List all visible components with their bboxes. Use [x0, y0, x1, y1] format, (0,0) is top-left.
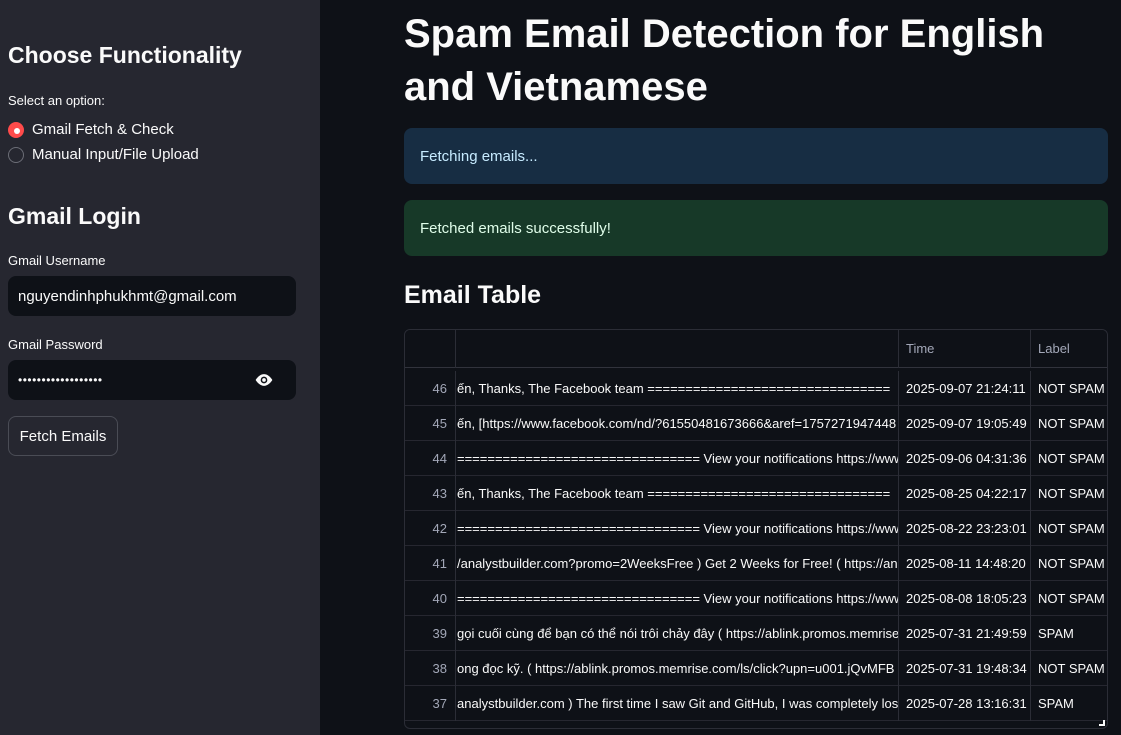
password-field[interactable]: ••••••••••••••••••	[8, 360, 296, 400]
row-label[interactable]: NOT SPAM	[1031, 371, 1107, 406]
row-label[interactable]: NOT SPAM	[1031, 406, 1107, 441]
row-time[interactable]: 2025-08-11 14:48:20	[899, 546, 1031, 581]
row-message[interactable]: ================================ View yo…	[456, 511, 899, 546]
row-label[interactable]: NOT SPAM	[1031, 546, 1107, 581]
password-value: ••••••••••••••••••	[18, 373, 103, 387]
table-row[interactable]: 41/analystbuilder.com?promo=2WeeksFree )…	[405, 546, 1107, 581]
row-index[interactable]: 40	[405, 581, 456, 616]
row-message[interactable]: ong đọc kỹ. ( https://ablink.promos.memr…	[456, 651, 899, 686]
row-time[interactable]: 2025-07-28 13:16:31	[899, 686, 1031, 721]
table-row[interactable]: 46 ến, Thanks, The Facebook team ========…	[405, 371, 1107, 406]
username-value: nguyendinhphukhmt@gmail.com	[18, 287, 237, 305]
row-index[interactable]: 38	[405, 651, 456, 686]
row-label[interactable]: NOT SPAM	[1031, 511, 1107, 546]
table-row[interactable]: 45 ến, [https://www.facebook.com/nd/?6155…	[405, 406, 1107, 441]
password-label: Gmail Password	[8, 337, 103, 352]
table-heading: Email Table	[404, 281, 542, 309]
radio-unselected-icon[interactable]	[8, 146, 24, 163]
row-label[interactable]: NOT SPAM	[1031, 581, 1107, 616]
table-row[interactable]: 39 gọi cuối cùng để bạn có thể nói trôi c…	[405, 616, 1107, 651]
resize-handle[interactable]	[1099, 720, 1105, 726]
sidebar: Choose Functionality Select an option: G…	[0, 0, 320, 735]
row-index[interactable]: 43	[405, 476, 456, 511]
row-time[interactable]: 2025-08-22 23:23:01	[899, 511, 1031, 546]
row-time[interactable]: 2025-07-31 19:48:34	[899, 651, 1031, 686]
row-label[interactable]: SPAM	[1031, 616, 1107, 651]
success-alert: Fetched emails successfully!	[404, 200, 1108, 256]
row-message[interactable]: gọi cuối cùng để bạn có thể nói trôi chả…	[456, 616, 899, 651]
header-message[interactable]	[456, 330, 899, 368]
radio-label: Manual Input/File Upload	[32, 146, 199, 163]
table-row[interactable]: 43 ến, Thanks, The Facebook team ========…	[405, 476, 1107, 511]
row-index[interactable]: 44	[405, 441, 456, 476]
sidebar-heading: Choose Functionality	[8, 42, 242, 68]
table-header: Time Label	[405, 330, 1107, 368]
row-time[interactable]: 2025-09-06 04:31:36	[899, 441, 1031, 476]
row-index[interactable]: 39	[405, 616, 456, 651]
row-time[interactable]: 2025-07-31 21:49:59	[899, 616, 1031, 651]
table-row[interactable]: 37 analystbuilder.com ) The first time I …	[405, 686, 1107, 721]
radio-gmail-fetch[interactable]: Gmail Fetch & Check	[8, 117, 174, 142]
eye-icon[interactable]	[254, 372, 274, 388]
row-time[interactable]: 2025-09-07 19:05:49	[899, 406, 1031, 441]
row-message[interactable]: ến, Thanks, The Facebook team ==========…	[456, 476, 899, 511]
username-field[interactable]: nguyendinhphukhmt@gmail.com	[8, 276, 296, 316]
header-time[interactable]: Time	[899, 330, 1031, 368]
table-row[interactable]: 40 ================================ View …	[405, 581, 1107, 616]
row-label[interactable]: SPAM	[1031, 686, 1107, 721]
row-message[interactable]: ến, Thanks, The Facebook team ==========…	[456, 371, 899, 406]
row-time[interactable]: 2025-08-08 18:05:23	[899, 581, 1031, 616]
row-message[interactable]: ================================ View yo…	[456, 581, 899, 616]
success-message: Fetched emails successfully!	[420, 219, 611, 237]
row-time[interactable]: 2025-08-25 04:22:17	[899, 476, 1031, 511]
row-index[interactable]: 41	[405, 546, 456, 581]
row-time[interactable]: 2025-09-07 21:24:11	[899, 371, 1031, 406]
select-label: Select an option:	[8, 93, 105, 108]
table-row[interactable]: 44 ================================ View …	[405, 441, 1107, 476]
row-label[interactable]: NOT SPAM	[1031, 651, 1107, 686]
row-message[interactable]: /analystbuilder.com?promo=2WeeksFree ) G…	[456, 546, 899, 581]
table-row[interactable]: 42 ================================ View …	[405, 511, 1107, 546]
page-title: Spam Email Detection for English and Vie…	[404, 12, 1045, 109]
table-row[interactable]: 38 ong đọc kỹ. ( https://ablink.promos.me…	[405, 651, 1107, 686]
row-message[interactable]: ================================ View yo…	[456, 441, 899, 476]
row-index[interactable]: 45	[405, 406, 456, 441]
radio-manual-input[interactable]: Manual Input/File Upload	[8, 142, 199, 167]
username-label: Gmail Username	[8, 253, 106, 268]
info-alert: Fetching emails...	[404, 128, 1108, 184]
radio-label: Gmail Fetch & Check	[32, 121, 174, 138]
row-index[interactable]: 42	[405, 511, 456, 546]
row-message[interactable]: ến, [https://www.facebook.com/nd/?615504…	[456, 406, 899, 441]
info-message: Fetching emails...	[420, 147, 538, 165]
row-label[interactable]: NOT SPAM	[1031, 476, 1107, 511]
row-index[interactable]: 37	[405, 686, 456, 721]
row-label[interactable]: NOT SPAM	[1031, 441, 1107, 476]
login-heading: Gmail Login	[8, 203, 141, 229]
row-message[interactable]: analystbuilder.com ) The first time I sa…	[456, 686, 899, 721]
radio-selected-icon[interactable]	[8, 121, 24, 138]
row-index[interactable]: 46	[405, 371, 456, 406]
fetch-emails-button[interactable]: Fetch Emails	[8, 416, 118, 456]
header-label[interactable]: Label	[1031, 330, 1107, 368]
email-table[interactable]: Time Label 46 ến, Thanks, The Facebook te…	[404, 329, 1108, 729]
header-index[interactable]	[405, 330, 456, 368]
